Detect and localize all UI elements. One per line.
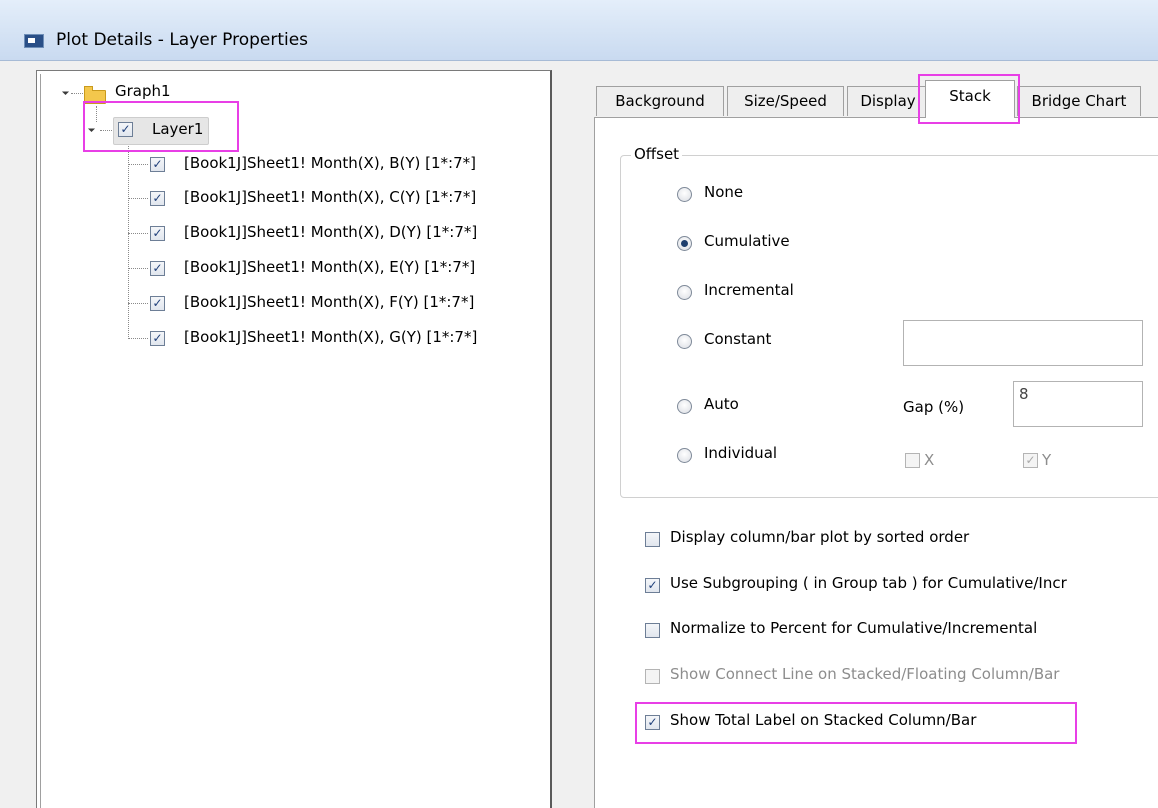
tab-size-speed[interactable]: Size/Speed (727, 86, 844, 116)
tree-connector (128, 198, 148, 199)
tree-connector (128, 268, 148, 269)
offset-incremental-label[interactable]: Incremental (704, 281, 794, 299)
offset-constant-label[interactable]: Constant (704, 330, 771, 348)
offset-incremental-radio[interactable] (677, 285, 692, 300)
individual-x-checkbox[interactable] (905, 453, 920, 468)
plot-details-window: Plot Details - Layer Properties Graph1 L… (0, 0, 1158, 808)
tree-plot-item[interactable]: [Book1J]Sheet1! Month(X), E(Y) [1*:7*] (184, 258, 475, 276)
connect-line-checkbox[interactable] (645, 669, 660, 684)
subgrouping-checkbox[interactable] (645, 578, 660, 593)
offset-cumulative-radio[interactable] (677, 236, 692, 251)
gap-percent-label: Gap (%) (903, 398, 965, 416)
gap-percent-input[interactable]: 8 (1013, 381, 1143, 427)
sorted-order-checkbox[interactable] (645, 532, 660, 547)
tab-background[interactable]: Background (596, 86, 724, 116)
tree-connector (128, 146, 129, 339)
tree-plot-item[interactable]: [Book1J]Sheet1! Month(X), D(Y) [1*:7*] (184, 223, 477, 241)
tree-plot-item[interactable]: [Book1J]Sheet1! Month(X), G(Y) [1*:7*] (184, 328, 477, 346)
tab-display[interactable]: Display (847, 86, 929, 116)
app-icon (24, 34, 44, 48)
offset-none-label[interactable]: None (704, 183, 743, 201)
object-tree[interactable] (36, 70, 552, 808)
offset-individual-radio[interactable] (677, 448, 692, 463)
plot-checkbox[interactable] (150, 296, 165, 311)
sorted-order-label[interactable]: Display column/bar plot by sorted order (670, 528, 969, 546)
plot-checkbox[interactable] (150, 261, 165, 276)
constant-value-input[interactable] (903, 320, 1143, 366)
plot-checkbox[interactable] (150, 157, 165, 172)
individual-x-label: X (924, 451, 935, 469)
total-label-highlight-box (635, 702, 1077, 744)
plot-checkbox[interactable] (150, 191, 165, 206)
individual-y-checkbox[interactable] (1023, 453, 1038, 468)
tree-plot-item[interactable]: [Book1J]Sheet1! Month(X), B(Y) [1*:7*] (184, 154, 476, 172)
tree-plot-item[interactable]: [Book1J]Sheet1! Month(X), F(Y) [1*:7*] (184, 293, 474, 311)
offset-group-title: Offset (631, 145, 683, 163)
offset-cumulative-label[interactable]: Cumulative (704, 232, 790, 250)
offset-constant-radio[interactable] (677, 334, 692, 349)
layer-highlight-box (83, 101, 239, 152)
offset-auto-label[interactable]: Auto (704, 395, 739, 413)
tree-connector (128, 164, 148, 165)
offset-individual-label[interactable]: Individual (704, 444, 777, 462)
tree-connector (71, 93, 83, 94)
tree-plot-item[interactable]: [Book1J]Sheet1! Month(X), C(Y) [1*:7*] (184, 188, 476, 206)
tree-connector (128, 303, 148, 304)
window-title: Plot Details - Layer Properties (56, 30, 309, 50)
offset-auto-radio[interactable] (677, 399, 692, 414)
offset-none-radio[interactable] (677, 187, 692, 202)
tree-connector (128, 338, 148, 339)
individual-y-label: Y (1042, 451, 1052, 469)
connect-line-label[interactable]: Show Connect Line on Stacked/Floating Co… (670, 665, 1059, 683)
subgrouping-label[interactable]: Use Subgrouping ( in Group tab ) for Cum… (670, 574, 1067, 592)
normalize-percent-label[interactable]: Normalize to Percent for Cumulative/Incr… (670, 619, 1037, 637)
plot-checkbox[interactable] (150, 226, 165, 241)
stack-tab-highlight-box (918, 74, 1020, 124)
tree-connector (128, 233, 148, 234)
title-bar[interactable]: Plot Details - Layer Properties (0, 0, 1158, 61)
plot-checkbox[interactable] (150, 331, 165, 346)
normalize-percent-checkbox[interactable] (645, 623, 660, 638)
tree-root-label[interactable]: Graph1 (115, 82, 171, 100)
tab-bridge-chart[interactable]: Bridge Chart (1017, 86, 1141, 116)
